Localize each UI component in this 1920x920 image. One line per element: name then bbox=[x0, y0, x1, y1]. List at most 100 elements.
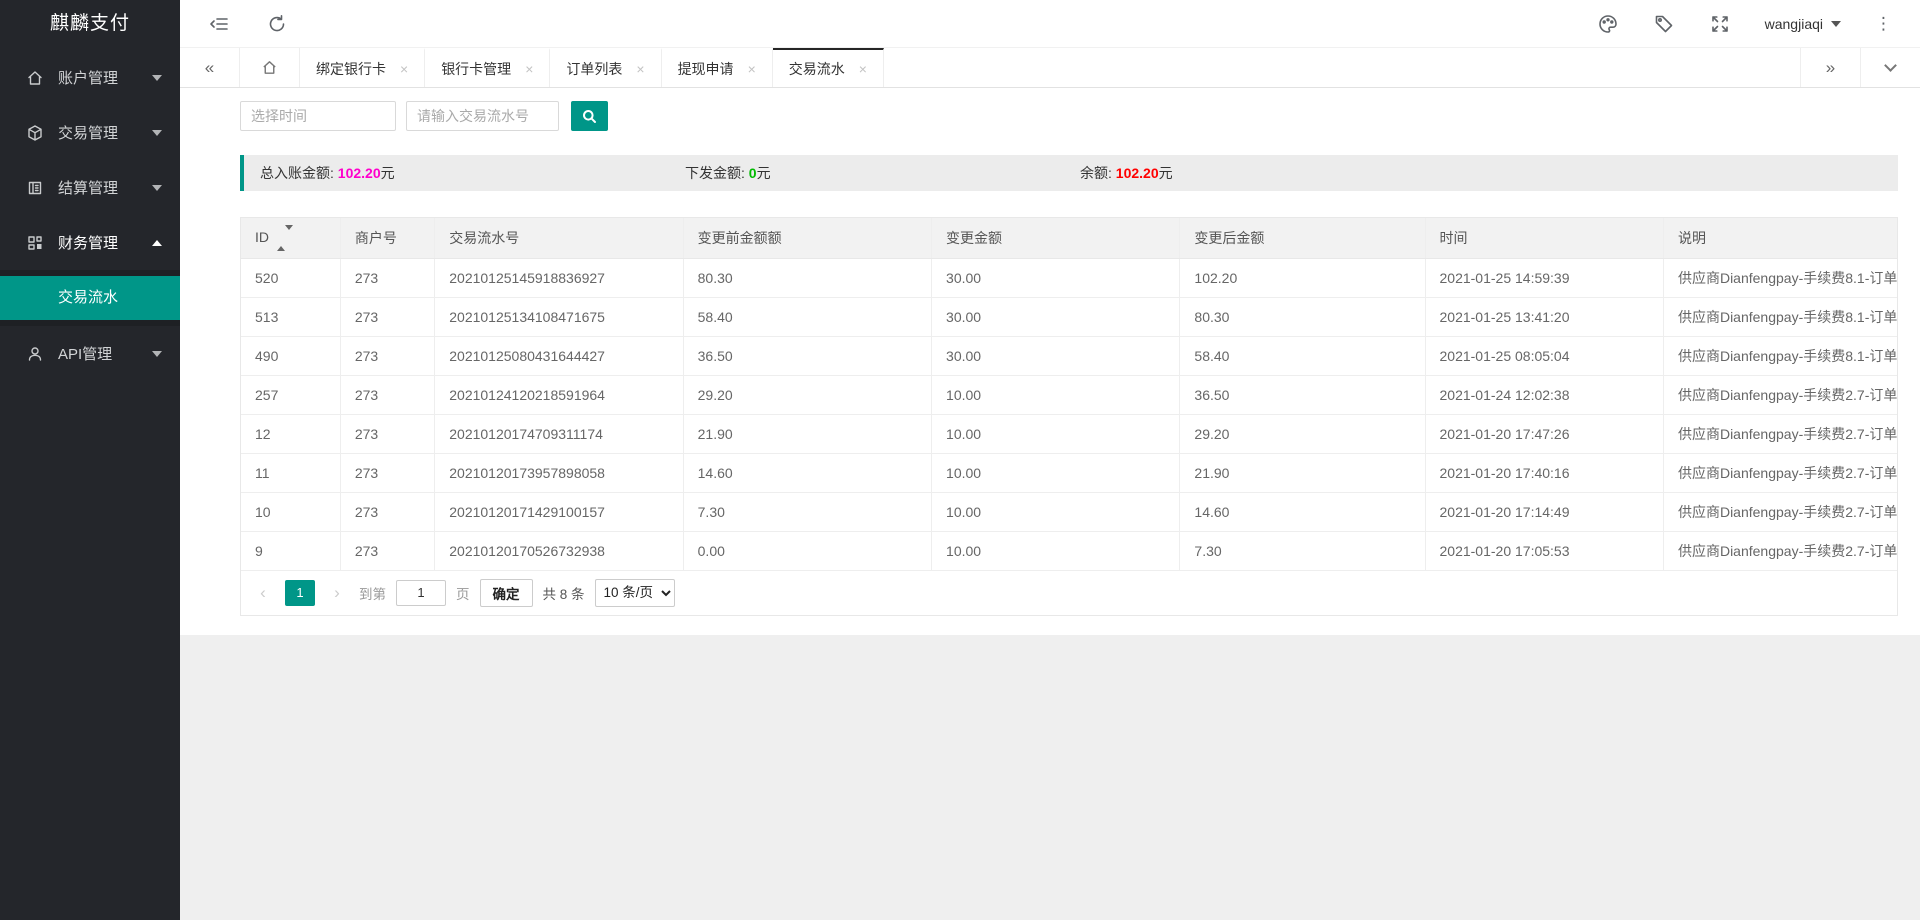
ledger-icon bbox=[26, 179, 44, 197]
tab-order-list[interactable]: 订单列表 × bbox=[550, 48, 661, 87]
cell-serial: 20210120170526732938 bbox=[435, 531, 683, 570]
cell-after: 7.30 bbox=[1180, 531, 1425, 570]
search-row bbox=[240, 101, 1898, 131]
sidebar-item-api[interactable]: API管理 bbox=[0, 326, 180, 381]
close-icon[interactable]: × bbox=[859, 62, 867, 76]
close-icon[interactable]: × bbox=[636, 62, 644, 76]
tab-bank-card-manage[interactable]: 银行卡管理 × bbox=[425, 48, 550, 87]
header-change-amount: 变更金额 bbox=[932, 218, 1180, 258]
chevron-down-icon bbox=[152, 75, 162, 81]
cell-after: 36.50 bbox=[1180, 375, 1425, 414]
cell-merchant: 273 bbox=[340, 492, 434, 531]
goto-page-input[interactable] bbox=[396, 580, 446, 606]
header-id: ID bbox=[241, 218, 340, 258]
grid-icon bbox=[26, 234, 44, 252]
chevron-down-icon bbox=[152, 185, 162, 191]
cell-before: 21.90 bbox=[683, 414, 931, 453]
cell-before: 36.50 bbox=[683, 336, 931, 375]
cell-amount: 10.00 bbox=[932, 492, 1180, 531]
cell-after: 80.30 bbox=[1180, 297, 1425, 336]
tab-transaction-flow[interactable]: 交易流水 × bbox=[773, 48, 884, 87]
tabs-scroll-right-icon[interactable]: » bbox=[1800, 48, 1860, 87]
tabs-dropdown-icon[interactable] bbox=[1860, 48, 1920, 87]
sidebar-item-label: 账户管理 bbox=[58, 67, 118, 88]
summary-total-in: 总入账金额: 102.20元 bbox=[260, 163, 685, 183]
theme-palette-icon[interactable] bbox=[1597, 13, 1619, 35]
chevron-up-icon bbox=[152, 240, 162, 246]
fullscreen-icon[interactable] bbox=[1709, 13, 1731, 35]
search-icon bbox=[582, 109, 597, 124]
header-before-amount: 变更前金额额 bbox=[683, 218, 931, 258]
confirm-button[interactable]: 确定 bbox=[480, 579, 533, 607]
tab-bind-bank-card[interactable]: 绑定银行卡 × bbox=[300, 48, 425, 87]
cell-merchant: 273 bbox=[340, 258, 434, 297]
cell-before: 29.20 bbox=[683, 375, 931, 414]
cell-note: 供应商Dianfengpay-手续费8.1-订单号... bbox=[1663, 258, 1897, 297]
user-menu[interactable]: wangjiaqi bbox=[1765, 16, 1841, 32]
home-tab[interactable] bbox=[240, 48, 300, 87]
page-size-select[interactable]: 10 条/页 bbox=[595, 579, 675, 607]
cell-after: 58.40 bbox=[1180, 336, 1425, 375]
goto-suffix-label: 页 bbox=[456, 583, 470, 603]
toolbar-right-group: wangjiaqi ⋮ bbox=[1563, 13, 1892, 35]
tag-icon[interactable] bbox=[1653, 13, 1675, 35]
cell-serial: 20210125145918836927 bbox=[435, 258, 683, 297]
cell-after: 29.20 bbox=[1180, 414, 1425, 453]
sidebar-subitem-transaction-flow[interactable]: 交易流水 bbox=[0, 276, 180, 320]
tab-withdraw-apply[interactable]: 提现申请 × bbox=[662, 48, 773, 87]
tabs-collapse-icon[interactable]: « bbox=[180, 48, 240, 87]
cell-id: 513 bbox=[241, 297, 340, 336]
user-icon bbox=[26, 345, 44, 363]
cell-after: 21.90 bbox=[1180, 453, 1425, 492]
cell-time: 2021-01-25 14:59:39 bbox=[1425, 258, 1663, 297]
prev-page-icon[interactable]: ‹ bbox=[251, 580, 275, 606]
cell-after: 102.20 bbox=[1180, 258, 1425, 297]
cell-id: 10 bbox=[241, 492, 340, 531]
close-icon[interactable]: × bbox=[400, 62, 408, 76]
table-row: 2572732021012412021859196429.2010.0036.5… bbox=[241, 375, 1897, 414]
tab-label: 银行卡管理 bbox=[441, 59, 511, 79]
page-number-button[interactable]: 1 bbox=[285, 580, 315, 606]
date-filter-input[interactable] bbox=[240, 101, 396, 131]
menu-fold-icon[interactable] bbox=[208, 13, 230, 35]
summary-value: 102.20 bbox=[1116, 165, 1159, 181]
tab-label: 交易流水 bbox=[789, 59, 845, 79]
cell-serial: 20210120171429100157 bbox=[435, 492, 683, 531]
tab-label: 订单列表 bbox=[566, 59, 622, 79]
summary-label: 下发金额: bbox=[685, 165, 745, 181]
goto-prefix-label: 到第 bbox=[359, 583, 386, 603]
more-options-icon[interactable]: ⋮ bbox=[1875, 15, 1892, 32]
cell-merchant: 273 bbox=[340, 297, 434, 336]
serial-search-input[interactable] bbox=[406, 101, 559, 131]
tab-label: 绑定银行卡 bbox=[316, 59, 386, 79]
next-page-icon[interactable]: › bbox=[325, 580, 349, 606]
summary-paid-out: 下发金额: 0元 bbox=[685, 163, 1080, 183]
cell-before: 14.60 bbox=[683, 453, 931, 492]
sidebar-item-finance[interactable]: 财务管理 bbox=[0, 215, 180, 270]
cell-note: 供应商Dianfengpay-手续费2.7-订单号... bbox=[1663, 492, 1897, 531]
header-time: 时间 bbox=[1425, 218, 1663, 258]
cell-after: 14.60 bbox=[1180, 492, 1425, 531]
cell-time: 2021-01-20 17:05:53 bbox=[1425, 531, 1663, 570]
cell-note: 供应商Dianfengpay-手续费2.7-订单号... bbox=[1663, 453, 1897, 492]
summary-value: 102.20 bbox=[338, 165, 381, 181]
cell-serial: 20210124120218591964 bbox=[435, 375, 683, 414]
close-icon[interactable]: × bbox=[525, 62, 533, 76]
header-note: 说明 bbox=[1663, 218, 1897, 258]
sidebar-item-trade[interactable]: 交易管理 bbox=[0, 105, 180, 160]
summary-unit: 元 bbox=[757, 165, 771, 181]
refresh-icon[interactable] bbox=[266, 13, 288, 35]
tab-bar: « 绑定银行卡 × 银行卡管理 × 订单列表 × 提现申请 × 交易流水 × » bbox=[180, 48, 1920, 88]
cell-note: 供应商Dianfengpay-手续费2.7-订单号... bbox=[1663, 414, 1897, 453]
cell-note: 供应商Dianfengpay-手续费8.1-订单号... bbox=[1663, 297, 1897, 336]
close-icon[interactable]: × bbox=[748, 62, 756, 76]
search-button[interactable] bbox=[571, 101, 608, 131]
summary-bar: 总入账金额: 102.20元 下发金额: 0元 余额: 102.20元 bbox=[240, 155, 1898, 191]
sidebar-item-settlement[interactable]: 结算管理 bbox=[0, 160, 180, 215]
sort-icon[interactable] bbox=[277, 230, 293, 246]
sidebar-item-account[interactable]: 账户管理 bbox=[0, 50, 180, 105]
caret-down-icon bbox=[1831, 21, 1841, 27]
summary-label: 总入账金额: bbox=[260, 165, 334, 181]
home-icon bbox=[261, 59, 278, 76]
cell-amount: 30.00 bbox=[932, 258, 1180, 297]
